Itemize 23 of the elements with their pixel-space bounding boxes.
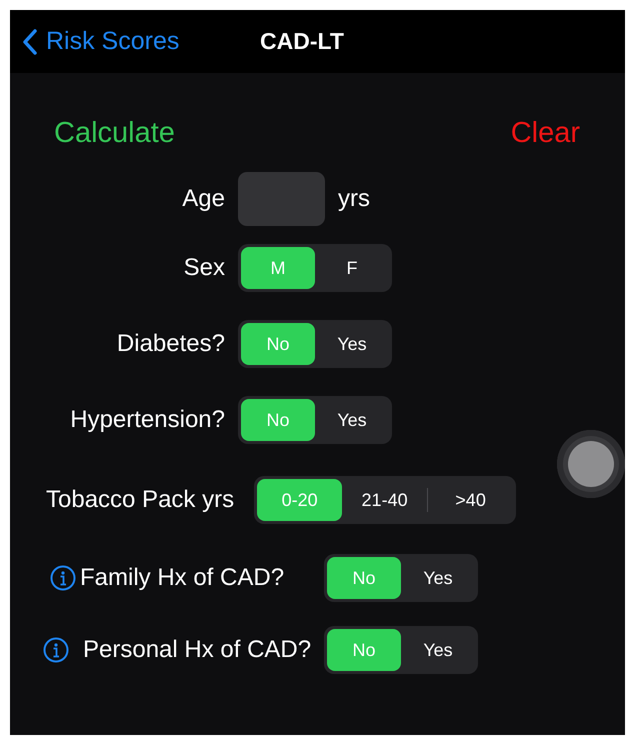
field-label: Personal Hx of CAD? <box>83 636 312 664</box>
back-chevron-icon <box>22 28 38 56</box>
segment-option[interactable]: >40 <box>428 479 514 521</box>
calculate-button[interactable]: Calculate <box>54 117 175 150</box>
segment-option[interactable]: 21-40 <box>342 479 428 521</box>
field-label: Diabetes? <box>116 330 225 358</box>
segment-option[interactable]: Yes <box>315 323 389 365</box>
field-label: Family Hx of CAD? <box>80 564 286 592</box>
clear-button[interactable]: Clear <box>510 117 580 150</box>
info-icon[interactable] <box>50 565 76 591</box>
field-label: Age <box>181 185 225 213</box>
info-icon[interactable] <box>43 637 69 663</box>
field-label: Sex <box>182 254 225 282</box>
screen-title: CAD-LT <box>260 28 344 55</box>
segment-option[interactable]: F <box>315 247 389 289</box>
segment-option[interactable]: Yes <box>315 399 389 441</box>
segment-option[interactable]: Yes <box>401 629 475 671</box>
field-label: Tobacco Pack yrs <box>46 486 234 514</box>
field-label: Hypertension? <box>69 406 225 434</box>
unit-label: yrs <box>338 185 370 213</box>
segment-option[interactable]: Yes <box>401 557 475 599</box>
back-button[interactable]: Risk Scores <box>10 27 260 56</box>
age-input-field[interactable] <box>238 172 325 226</box>
